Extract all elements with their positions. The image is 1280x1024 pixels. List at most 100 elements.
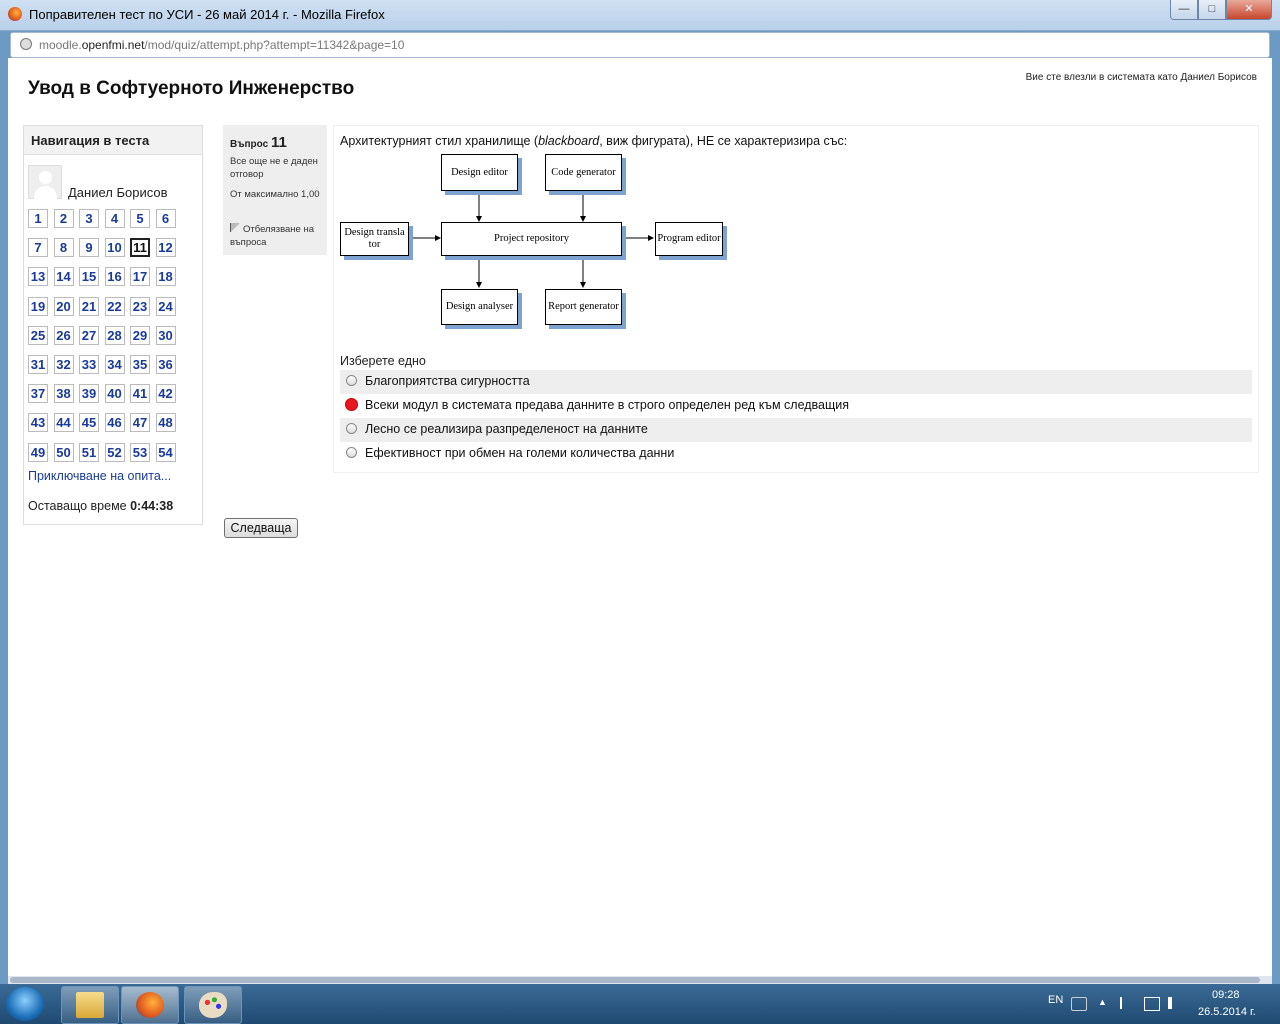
question-nav-button[interactable]: 53 [130,442,150,462]
close-button[interactable]: ✕ [1226,0,1272,20]
question-nav-button[interactable]: 54 [155,442,176,462]
question-nav-button[interactable]: 31 [28,355,48,374]
answer-option[interactable]: Всеки модул в системата предава данните … [340,394,1252,418]
finish-attempt-link[interactable]: Приключване на опита... [28,469,171,483]
question-nav-button[interactable]: 22 [104,296,125,316]
question-nav-button[interactable]: 19 [28,296,48,316]
answer-label[interactable]: Лесно се реализира разпределеност на дан… [365,422,648,436]
question-nav-button[interactable]: 16 [104,267,125,287]
question-nav-button[interactable]: 5 [130,209,150,228]
question-nav-button[interactable]: 46 [104,413,125,433]
project-repository-box: Project repository [441,222,622,256]
question-nav-button[interactable]: 15 [79,267,99,287]
question-nav-button[interactable]: 26 [53,325,74,345]
answer-label[interactable]: Благоприятства сигурността [365,374,530,388]
question-nav-button[interactable]: 13 [28,267,48,287]
taskbar: EN ▲ 09:28 26.5.2014 г. [0,984,1280,1024]
question-text: Архитектурният стил хранилище (blackboar… [340,134,848,148]
action-center-icon[interactable] [1120,997,1136,1009]
question-nav-button[interactable]: 48 [155,413,176,433]
taskbar-firefox[interactable] [121,986,179,1024]
question-nav-button[interactable]: 51 [79,442,99,462]
question-info: Въпрос 11 Все още не е даден отговор От … [223,125,327,255]
taskbar-paint[interactable] [184,986,242,1024]
minimize-button[interactable]: — [1170,0,1198,20]
taskbar-explorer[interactable] [61,986,119,1024]
code-generator-box: Code generator [545,154,622,191]
question-nav-button[interactable]: 28 [104,325,125,345]
question-nav-button[interactable]: 17 [130,267,150,287]
question-nav-button[interactable]: 21 [79,296,99,316]
question-nav-button[interactable]: 50 [53,442,74,462]
radio-unchecked[interactable] [346,423,357,434]
address-bar[interactable]: moodle.openfmi.net/mod/quiz/attempt.php?… [10,32,1270,58]
quiz-navigation-title: Навигация в теста [24,126,202,155]
question-nav-button[interactable]: 37 [28,384,48,404]
question-nav-button[interactable]: 36 [155,355,176,374]
question-nav-button[interactable]: 6 [155,209,176,228]
question-nav-button[interactable]: 20 [53,296,74,316]
answer-option[interactable]: Лесно се реализира разпределеност на дан… [340,418,1252,442]
answer-label[interactable]: Всеки модул в системата предава данните … [365,398,849,412]
question-nav-button[interactable]: 39 [79,384,99,404]
question-nav-button[interactable]: 30 [155,325,176,345]
question-content: Архитектурният стил хранилище (blackboar… [333,125,1259,473]
show-hidden-icons-icon[interactable]: ▲ [1098,997,1112,1009]
flag-label: Отбелязване на въпроса [230,224,315,248]
question-nav-button[interactable]: 9 [79,238,99,258]
question-nav-button[interactable]: 52 [104,442,125,462]
language-indicator[interactable]: EN [1048,994,1063,1006]
scrollbar-thumb[interactable] [10,977,1260,983]
question-nav-button[interactable]: 14 [53,267,74,287]
flag-question[interactable]: Отбелязване на въпроса [230,223,325,249]
question-nav-button[interactable]: 1 [28,209,48,228]
question-nav-button[interactable]: 33 [79,355,99,374]
question-nav-button[interactable]: 23 [130,296,150,316]
question-nav-button[interactable]: 24 [155,296,176,316]
radio-unchecked[interactable] [346,375,357,386]
question-nav-button[interactable]: 2 [53,209,74,228]
radio-checked[interactable] [345,398,358,411]
url-text[interactable]: moodle.openfmi.net/mod/quiz/attempt.php?… [39,38,404,52]
question-nav-button[interactable]: 32 [53,355,74,374]
question-nav-button[interactable]: 41 [130,384,150,404]
question-nav-button[interactable]: 3 [79,209,99,228]
question-nav-button[interactable]: 42 [155,384,176,404]
question-nav-button[interactable]: 25 [28,325,48,345]
keyboard-icon[interactable] [1071,997,1087,1011]
clock-date[interactable]: 26.5.2014 г. [1198,1006,1256,1018]
question-nav-button[interactable]: 43 [28,413,48,433]
question-nav-button[interactable]: 12 [155,238,176,258]
question-nav-button[interactable]: 44 [53,413,74,433]
answer-prompt: Изберете едно [340,354,426,368]
volume-icon[interactable] [1168,997,1186,1009]
question-nav-button[interactable]: 11 [130,238,150,258]
question-nav-button[interactable]: 7 [28,238,48,258]
answer-option[interactable]: Благоприятства сигурността [340,370,1252,394]
question-state: Все още не е даден отговор [230,156,318,180]
question-nav-button[interactable]: 18 [155,267,176,287]
start-button[interactable] [6,987,44,1021]
question-number: Въпрос 11 [230,134,287,151]
network-icon[interactable] [1144,997,1160,1011]
answer-label[interactable]: Ефективност при обмен на големи количест… [365,446,674,460]
question-nav-button[interactable]: 34 [104,355,125,374]
answer-option[interactable]: Ефективност при обмен на големи количест… [340,442,1252,466]
radio-unchecked[interactable] [346,447,357,458]
question-nav-button[interactable]: 4 [104,209,125,228]
question-nav-button[interactable]: 40 [104,384,125,404]
maximize-button[interactable]: □ [1198,0,1226,20]
question-nav-button[interactable]: 8 [53,238,74,258]
question-nav-button[interactable]: 10 [104,238,125,258]
question-nav-button[interactable]: 47 [130,413,150,433]
question-nav-button[interactable]: 38 [53,384,74,404]
next-button[interactable]: Следваща [224,518,298,538]
horizontal-scrollbar[interactable] [8,976,1272,984]
folder-icon [76,992,104,1018]
question-nav-button[interactable]: 29 [130,325,150,345]
question-nav-button[interactable]: 27 [79,325,99,345]
question-nav-button[interactable]: 35 [130,355,150,374]
question-nav-button[interactable]: 45 [79,413,99,433]
clock-time[interactable]: 09:28 [1212,989,1240,1001]
question-nav-button[interactable]: 49 [28,442,48,462]
